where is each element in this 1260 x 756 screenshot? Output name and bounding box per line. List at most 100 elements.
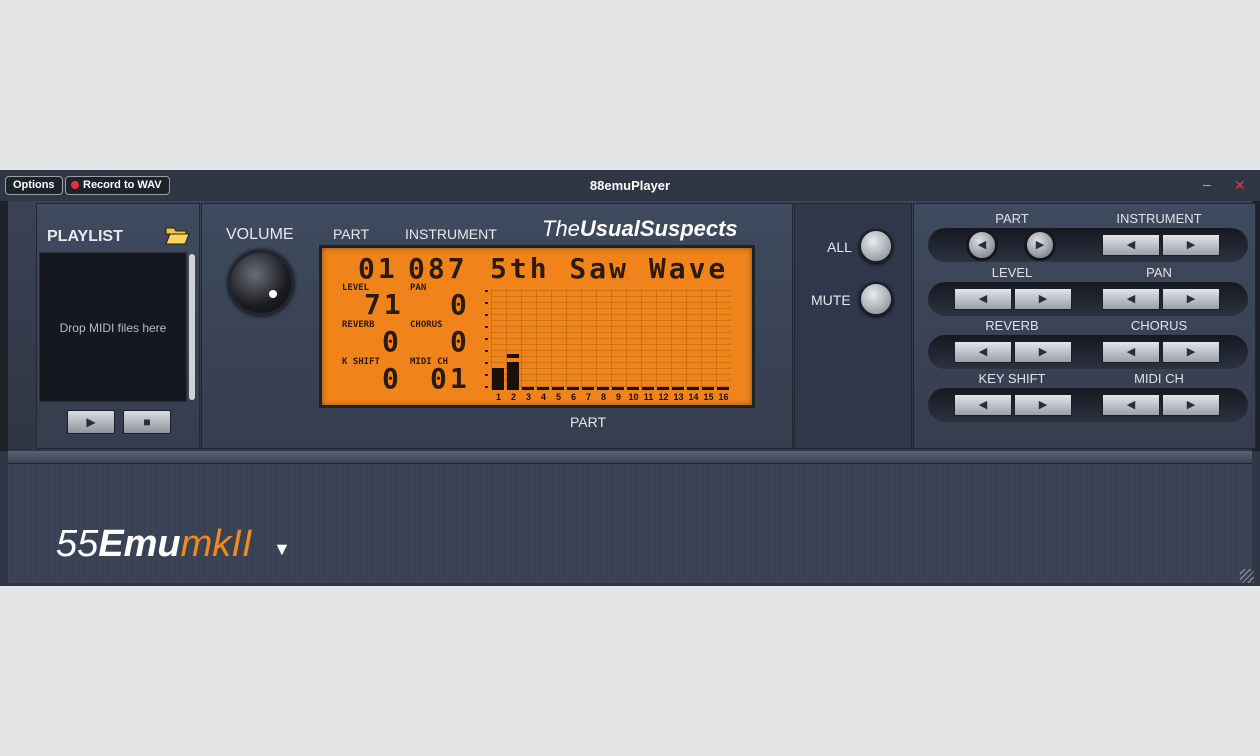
level-down-button[interactable]: ◀: [954, 288, 1012, 310]
logo-emu: Emu: [98, 523, 181, 565]
part-level-bar: [627, 387, 639, 390]
lower-panel: 55EmumkII ▼: [0, 451, 1260, 586]
model-dropdown-icon[interactable]: ▼: [273, 539, 291, 560]
reverb-chorus-track: ◀ ▶ ◀ ▶: [928, 335, 1248, 369]
volume-knob[interactable]: [228, 250, 294, 316]
part-caption: PART: [570, 414, 607, 430]
lcd-part-number: 01: [358, 252, 398, 285]
all-label: ALL: [827, 239, 852, 255]
logo-mkii: mkII: [180, 523, 253, 565]
lower-divider-strip: [8, 451, 1252, 463]
part-number-label: 2: [510, 392, 516, 402]
part-number-label: 5: [555, 392, 561, 402]
keyshift-up-button[interactable]: ▶: [1014, 394, 1072, 416]
keyshift-down-button[interactable]: ◀: [954, 394, 1012, 416]
part-number-label: 8: [600, 392, 606, 402]
lcd-reverb-value: 0: [382, 325, 402, 358]
part-prev-button[interactable]: ◀: [966, 229, 998, 261]
instrument-stepper: ◀ ▶: [1102, 234, 1220, 256]
part-level-bar: [507, 362, 519, 390]
part-number-label: 1: [495, 392, 501, 402]
reverb-down-button[interactable]: ◀: [954, 341, 1012, 363]
instrument-control-label: INSTRUMENT: [1116, 211, 1202, 226]
lcd-kshift-label: K SHIFT: [342, 357, 380, 367]
part-number-label: 12: [658, 392, 669, 402]
volume-label: VOLUME: [226, 226, 294, 243]
part-level-bar: [672, 387, 684, 390]
brand-suspects: Suspects: [639, 216, 738, 241]
lcd-instrument-name: 5th Saw Wave: [490, 252, 729, 285]
minimize-icon[interactable]: –: [1203, 177, 1215, 192]
keyshift-control-label: KEY SHIFT: [978, 371, 1046, 386]
lcd-pan-label: PAN: [410, 283, 427, 293]
part-number-label: 14: [688, 392, 699, 402]
brand-logo: TheUsualSuspects: [542, 216, 738, 242]
mute-label: MUTE: [811, 292, 851, 308]
keyshift-midich-track: ◀ ▶ ◀ ▶: [928, 388, 1248, 422]
part-level-meter: [491, 290, 731, 390]
lcd-kshift-value: 0: [382, 362, 402, 395]
reverb-control-label: REVERB: [985, 318, 1039, 333]
window-title: 88emuPlayer: [589, 178, 671, 193]
stop-button[interactable]: ■: [123, 410, 171, 434]
part-number-label: 11: [643, 392, 654, 402]
resize-grip-icon[interactable]: [1240, 569, 1254, 583]
chorus-stepper: ◀ ▶: [1102, 341, 1220, 363]
midich-control-label: MIDI CH: [1134, 371, 1184, 386]
midich-up-button[interactable]: ▶: [1162, 394, 1220, 416]
part-number-label: 10: [628, 392, 639, 402]
play-button[interactable]: ▶: [67, 410, 115, 434]
part-level-bar: [567, 387, 579, 390]
close-icon[interactable]: ✕: [1234, 178, 1246, 192]
keyshift-stepper: ◀ ▶: [954, 394, 1072, 416]
part-number-label: 3: [525, 392, 531, 402]
rack-unit: PLAYLIST Drop MIDI files here ▶ ■ VOLUME…: [0, 201, 1260, 451]
part-level-bar: [702, 387, 714, 390]
lcd-midich-value: 01: [430, 362, 470, 395]
midich-down-button[interactable]: ◀: [1102, 394, 1160, 416]
part-number-label: 16: [718, 392, 729, 402]
part-peak-marker: [507, 354, 519, 358]
mute-button[interactable]: [859, 282, 893, 316]
rack-side-left: [0, 201, 8, 451]
lcd-pan-value: 0: [450, 288, 470, 321]
level-stepper: ◀ ▶: [954, 288, 1072, 310]
pan-stepper: ◀ ▶: [1102, 288, 1220, 310]
part-level-bar: [522, 387, 534, 390]
display-panel: VOLUME PART INSTRUMENT TheUsualSuspects …: [201, 203, 793, 449]
model-logo[interactable]: 55EmumkII: [56, 523, 252, 566]
lcd-chorus-value: 0: [450, 325, 470, 358]
level-up-button[interactable]: ▶: [1014, 288, 1072, 310]
part-number-label: 15: [703, 392, 714, 402]
titlebar: Options Record to WAV 88emuPlayer – ✕: [0, 170, 1260, 201]
controls-panel: PART INSTRUMENT ◀ ▶ ◀ ▶ LEVEL PAN ◀ ▶ ◀: [913, 203, 1256, 449]
midich-stepper: ◀ ▶: [1102, 394, 1220, 416]
all-button[interactable]: [859, 229, 893, 263]
pan-right-button[interactable]: ▶: [1162, 288, 1220, 310]
instrument-header: INSTRUMENT: [405, 226, 497, 242]
playlist-title: PLAYLIST: [47, 228, 123, 245]
pan-left-button[interactable]: ◀: [1102, 288, 1160, 310]
part-level-bar: [657, 387, 669, 390]
lcd-level-scale: [485, 290, 488, 390]
reverb-stepper: ◀ ▶: [954, 341, 1072, 363]
instrument-next-button[interactable]: ▶: [1162, 234, 1220, 256]
part-level-bar: [717, 387, 729, 390]
brand-usual: Usual: [579, 216, 640, 241]
all-mute-panel: ALL MUTE: [794, 203, 912, 449]
lcd-display: 01 087 5th Saw Wave LEVEL PAN 71 0 REVER…: [319, 245, 755, 408]
instrument-prev-button[interactable]: ◀: [1102, 234, 1160, 256]
playlist-drop-area[interactable]: Drop MIDI files here: [39, 252, 187, 402]
chorus-up-button[interactable]: ▶: [1162, 341, 1220, 363]
playlist-scrollbar[interactable]: [189, 254, 195, 400]
lcd-level-value: 71: [364, 288, 404, 321]
reverb-up-button[interactable]: ▶: [1014, 341, 1072, 363]
chorus-control-label: CHORUS: [1130, 318, 1188, 333]
open-folder-icon[interactable]: [164, 224, 190, 246]
logo-number: 55: [56, 523, 99, 565]
part-header: PART: [333, 226, 370, 242]
app-window: Options Record to WAV 88emuPlayer – ✕ PL…: [0, 170, 1260, 586]
part-level-bar: [537, 387, 549, 390]
chorus-down-button[interactable]: ◀: [1102, 341, 1160, 363]
part-next-button[interactable]: ▶: [1024, 229, 1056, 261]
